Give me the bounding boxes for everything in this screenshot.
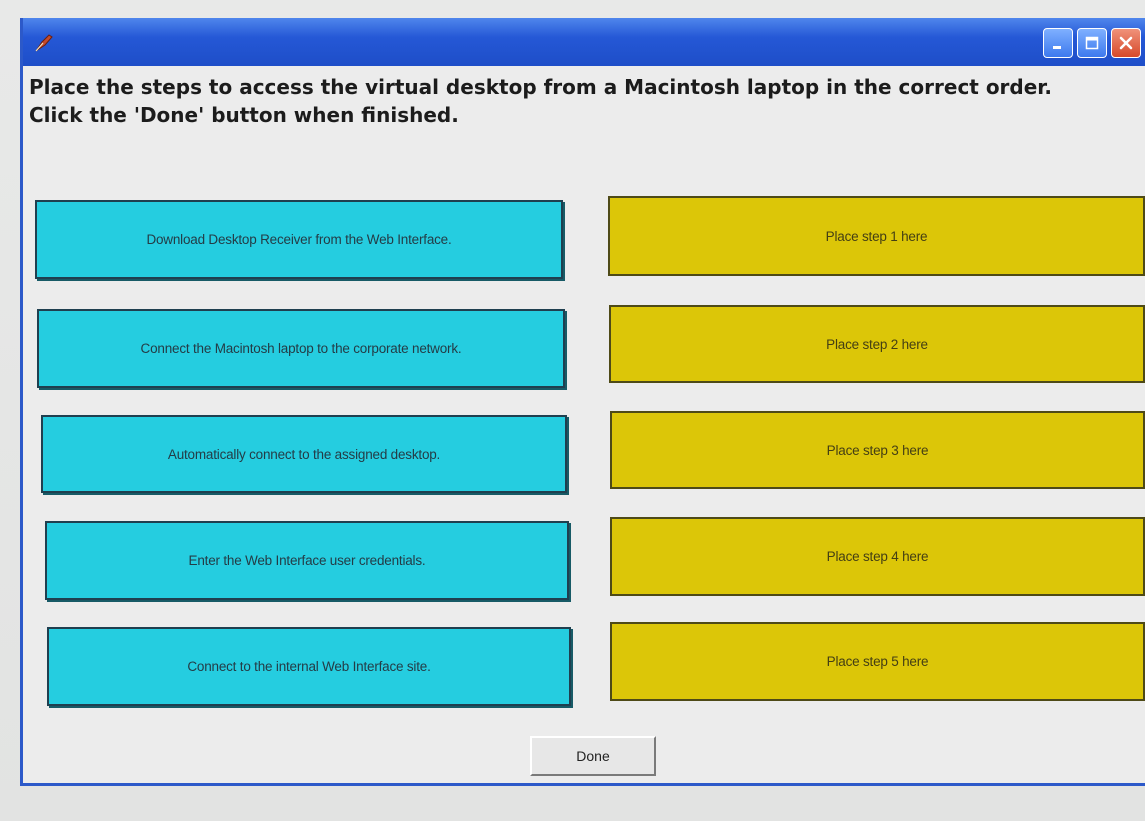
step-option-3[interactable]: Automatically connect to the assigned de… (41, 415, 567, 493)
window-controls (1043, 28, 1141, 58)
step-option-1[interactable]: Download Desktop Receiver from the Web I… (35, 200, 563, 279)
screen: Place the steps to access the virtual de… (0, 0, 1145, 821)
drop-target-1[interactable]: Place step 1 here (608, 196, 1145, 276)
drop-target-5[interactable]: Place step 5 here (610, 622, 1145, 701)
maximize-button[interactable] (1077, 28, 1107, 58)
title-bar[interactable] (23, 18, 1145, 66)
drop-target-4[interactable]: Place step 4 here (610, 517, 1145, 596)
close-button[interactable] (1111, 28, 1141, 58)
drop-target-2[interactable]: Place step 2 here (609, 305, 1145, 383)
step-option-2[interactable]: Connect the Macintosh laptop to the corp… (37, 309, 565, 388)
drop-target-3[interactable]: Place step 3 here (610, 411, 1145, 489)
instructions-line-1: Place the steps to access the virtual de… (29, 75, 1052, 99)
done-button[interactable]: Done (530, 736, 656, 776)
step-option-5[interactable]: Connect to the internal Web Interface si… (47, 627, 571, 706)
step-option-4[interactable]: Enter the Web Interface user credentials… (45, 521, 569, 600)
minimize-icon (1053, 46, 1061, 49)
dialog-window: Place the steps to access the virtual de… (20, 18, 1145, 786)
instructions-line-2: Click the 'Done' button when finished. (29, 103, 459, 127)
instructions-text: Place the steps to access the virtual de… (29, 73, 1135, 129)
close-icon (1119, 36, 1133, 50)
feather-pen-icon (35, 34, 53, 52)
minimize-button[interactable] (1043, 28, 1073, 58)
maximize-icon (1085, 36, 1099, 50)
